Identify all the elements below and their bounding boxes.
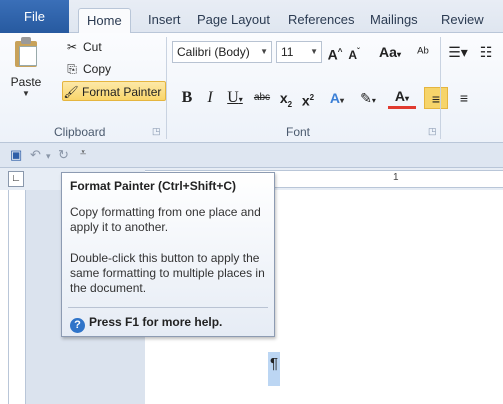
tab-selector-icon[interactable]: ∟ bbox=[8, 171, 24, 187]
clear-formatting-icon[interactable]: ᴬᵇ bbox=[412, 41, 434, 63]
font-size-value: 11 bbox=[281, 45, 294, 59]
paste-button[interactable]: Paste ▼ bbox=[4, 37, 48, 115]
tab-home[interactable]: Home bbox=[78, 8, 131, 34]
clipboard-group-label: Clipboard bbox=[54, 125, 106, 139]
highlight-color-icon[interactable]: ✎▾ bbox=[354, 87, 382, 109]
paintbrush-icon: 🖌 bbox=[63, 85, 79, 99]
chevron-down-icon: ▼ bbox=[260, 47, 268, 56]
redo-icon[interactable]: ↻ bbox=[58, 147, 69, 163]
numbering-icon[interactable]: ☷ bbox=[474, 41, 498, 63]
customize-toolbar-icon[interactable]: ⩡ bbox=[80, 147, 86, 160]
ruler-marker: 1 bbox=[393, 172, 399, 183]
tab-mailings[interactable]: Mailings bbox=[362, 8, 426, 33]
tab-file[interactable]: File bbox=[0, 0, 69, 33]
tooltip-help-text: Press F1 for more help. bbox=[89, 315, 223, 329]
font-dialog-launcher-icon[interactable]: ◳ bbox=[428, 126, 437, 137]
paste-label: Paste bbox=[10, 75, 42, 89]
change-case-button[interactable]: Aa▾ bbox=[374, 41, 406, 63]
help-icon: ? bbox=[70, 318, 85, 333]
format-painter-button[interactable]: 🖌 Format Painter bbox=[62, 81, 167, 101]
strikethrough-button[interactable]: abc bbox=[250, 87, 274, 109]
undo-icon[interactable]: ↶ bbox=[30, 147, 41, 163]
underline-button[interactable]: U▾ bbox=[224, 87, 246, 109]
font-size-select[interactable]: 11 ▼ bbox=[276, 41, 322, 63]
italic-button[interactable]: I bbox=[202, 87, 218, 109]
chevron-down-icon: ▼ bbox=[310, 47, 318, 56]
tab-page-layout[interactable]: Page Layout bbox=[189, 8, 278, 33]
tab-review[interactable]: Review bbox=[433, 8, 492, 33]
cut-label: Cut bbox=[83, 40, 102, 54]
copy-label: Copy bbox=[83, 62, 112, 76]
clipboard-dialog-launcher-icon[interactable]: ◳ bbox=[152, 126, 161, 137]
align-center-icon[interactable]: ≡ bbox=[452, 87, 476, 109]
vertical-ruler[interactable] bbox=[8, 190, 26, 404]
change-case-label: Aa bbox=[379, 44, 397, 60]
text-effects-icon[interactable]: A▾ bbox=[324, 87, 350, 109]
ribbon-tab-strip: File Home Insert Page Layout References … bbox=[0, 0, 503, 34]
group-separator bbox=[166, 37, 167, 139]
font-family-value: Calibri (Body) bbox=[177, 45, 250, 59]
font-color-icon[interactable]: A▾ bbox=[388, 87, 416, 109]
copy-icon: ⎘ bbox=[67, 62, 77, 76]
save-icon[interactable]: ▣ bbox=[10, 147, 22, 163]
format-painter-label: Format Painter bbox=[82, 85, 162, 99]
paragraph-mark: ¶ bbox=[268, 352, 280, 386]
tooltip-description: Copy formatting from one place and apply… bbox=[70, 205, 261, 234]
tooltip-divider bbox=[68, 307, 268, 308]
superscript-button[interactable]: x2 bbox=[298, 87, 318, 109]
tooltip-instructions: Double-click this button to apply the sa… bbox=[70, 251, 265, 295]
chevron-down-icon[interactable]: ▾ bbox=[46, 151, 51, 162]
font-family-select[interactable]: Calibri (Body) ▼ bbox=[172, 41, 272, 63]
cut-button[interactable]: ✂ Cut bbox=[64, 37, 102, 57]
clipboard-icon bbox=[13, 37, 39, 67]
quick-access-toolbar: ▣ ↶ ▾ ↻ ⩡ bbox=[0, 143, 503, 168]
grow-font-button[interactable]: A^ bbox=[326, 41, 344, 63]
shrink-font-button[interactable]: Aˇ bbox=[346, 41, 362, 63]
group-separator bbox=[440, 37, 441, 139]
format-painter-tooltip: Format Painter (Ctrl+Shift+C) Copy forma… bbox=[61, 172, 275, 337]
chevron-down-icon: ▼ bbox=[22, 89, 30, 98]
align-left-icon[interactable]: ≡ bbox=[424, 87, 448, 109]
tab-references[interactable]: References bbox=[280, 8, 362, 33]
scissors-icon: ✂ bbox=[66, 40, 78, 54]
bold-button[interactable]: B bbox=[178, 87, 196, 109]
subscript-button[interactable]: x2 bbox=[276, 87, 296, 109]
copy-button[interactable]: ⎘ Copy bbox=[64, 59, 111, 79]
ribbon-home: Paste ▼ ✂ Cut ⎘ Copy 🖌 Format Painter Clipb… bbox=[0, 33, 503, 143]
tab-insert[interactable]: Insert bbox=[140, 8, 189, 33]
tooltip-title: Format Painter (Ctrl+Shift+C) bbox=[70, 179, 237, 193]
font-group-label: Font bbox=[286, 125, 311, 139]
bullets-icon[interactable]: ☰▾ bbox=[446, 41, 470, 63]
tooltip-help: ? Press F1 for more help. bbox=[70, 315, 222, 333]
